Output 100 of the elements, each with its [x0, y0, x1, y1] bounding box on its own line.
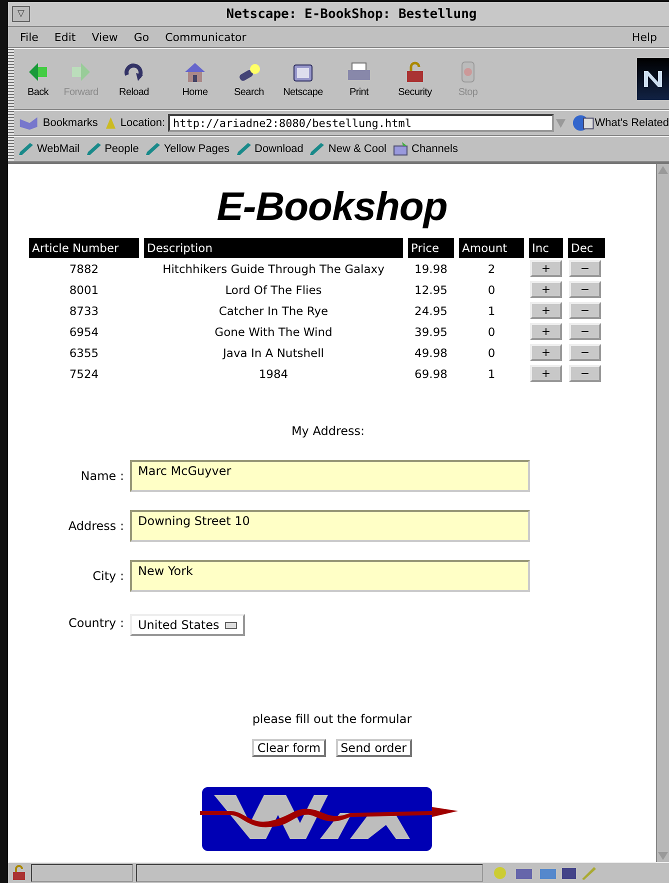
- table-cell-text: 6355: [68, 344, 100, 362]
- page-heading: E-Bookshop: [216, 184, 448, 230]
- decrement-button[interactable]: −: [569, 302, 601, 319]
- pencil-icon: [144, 142, 161, 156]
- increment-button[interactable]: +: [530, 260, 562, 277]
- toolbar-grip[interactable]: [8, 49, 14, 109]
- form-button[interactable]: Clear form: [252, 739, 326, 757]
- bookmarks-button[interactable]: Bookmarks: [42, 117, 98, 129]
- column-header: Article Number: [29, 238, 139, 258]
- menu-item[interactable]: View: [84, 30, 126, 44]
- table-cell-text: 24.95: [414, 302, 448, 320]
- form-note: please fill out the formular: [252, 712, 412, 726]
- field-label: Address :: [67, 519, 124, 533]
- channels-icon: [392, 142, 408, 156]
- table-cell-text: 6954: [68, 324, 100, 340]
- printer-icon: [346, 60, 372, 82]
- toolbar-grip[interactable]: [8, 137, 14, 161]
- decrement-button[interactable]: −: [569, 323, 601, 340]
- personal-toolbar-link[interactable]: Channels: [392, 142, 458, 156]
- globe-icon[interactable]: [572, 114, 595, 132]
- table-cell-text: 69.98: [414, 366, 448, 382]
- personal-toolbar-link[interactable]: People: [86, 142, 139, 156]
- link-label: Download: [254, 143, 304, 155]
- column-header: Price: [408, 238, 454, 258]
- table-cell-text: 0: [486, 282, 496, 298]
- pencil-icon: [18, 142, 34, 156]
- padlock-icon: [10, 865, 28, 881]
- link-label: People: [104, 143, 139, 155]
- toolbar-button[interactable]: Netscape: [272, 60, 334, 98]
- personal-toolbar-link[interactable]: WebMail: [18, 142, 80, 156]
- toolbar-button[interactable]: Reload: [104, 60, 164, 98]
- menu-item[interactable]: Communicator: [157, 30, 254, 44]
- column-header: Amount: [459, 238, 524, 258]
- table-cell-text: Lord Of The Flies: [224, 282, 323, 298]
- menu-item[interactable]: File: [12, 30, 46, 44]
- pencil-icon: [236, 142, 252, 156]
- url-field[interactable]: http://ariadne2:8080/bestellung.html: [168, 114, 554, 132]
- toolbar-grip[interactable]: [8, 111, 14, 135]
- window-menu-button[interactable]: ▽: [12, 6, 30, 22]
- decrement-button[interactable]: −: [569, 260, 601, 277]
- table-cell-text: 1: [486, 366, 496, 382]
- toolbar-button[interactable]: Home: [164, 60, 226, 98]
- input-field[interactable]: New York: [130, 560, 530, 592]
- table-cell-text: 1: [486, 302, 496, 320]
- input-field[interactable]: Downing Street 10: [130, 510, 530, 542]
- window-title: Netscape: E-BookShop: Bestellung: [225, 6, 478, 22]
- link-label: Channels: [412, 143, 458, 155]
- input-field[interactable]: Marc McGuyver: [130, 460, 530, 492]
- section-heading: My Address:: [291, 424, 365, 438]
- table-cell-text: 1984: [258, 366, 290, 382]
- pencil-icon: [86, 142, 102, 156]
- table-cell-text: 7882: [68, 260, 100, 278]
- increment-button[interactable]: +: [530, 281, 562, 298]
- field-label: Country :: [67, 616, 124, 630]
- table-cell-text: 8001: [68, 282, 100, 298]
- personal-toolbar-link[interactable]: New & Cool: [309, 142, 386, 156]
- column-header: Dec: [568, 238, 605, 258]
- table-cell-text: 12.95: [414, 282, 448, 298]
- location-icon: [104, 115, 118, 131]
- menu-item[interactable]: Edit: [46, 30, 84, 44]
- link-label: New & Cool: [328, 143, 386, 155]
- field-label: Name :: [80, 469, 124, 483]
- column-header: Inc: [529, 238, 563, 258]
- link-label: WebMail: [37, 143, 80, 155]
- location-label: Location:: [120, 117, 166, 129]
- menu-item[interactable]: Help: [624, 30, 665, 44]
- table-cell-text: 0: [486, 324, 496, 340]
- menu-item[interactable]: Go: [126, 30, 158, 44]
- toolbar-button[interactable]: Security: [384, 60, 446, 98]
- table-cell-text: 8733: [68, 302, 100, 320]
- table-cell-text: 39.95: [414, 324, 448, 340]
- whats-related-button[interactable]: What's Related: [594, 117, 669, 129]
- table-cell-text: 49.98: [414, 344, 448, 362]
- field-label: City :: [92, 569, 124, 583]
- table-cell-text: 0: [486, 344, 496, 362]
- personal-toolbar-link[interactable]: Download: [236, 142, 304, 156]
- table-cell-text: Gone With The Wind: [214, 324, 334, 340]
- increment-button[interactable]: +: [530, 365, 562, 382]
- table-cell-text: Hitchhikers Guide Through The Galaxy: [162, 260, 386, 278]
- pencil-icon: [309, 142, 326, 156]
- browser-logo-icon: [637, 58, 669, 100]
- increment-button[interactable]: +: [530, 323, 562, 340]
- toolbar-button[interactable]: Print: [334, 60, 384, 98]
- increment-button[interactable]: +: [530, 344, 562, 361]
- table-cell-text: Java In A Nutshell: [221, 344, 325, 362]
- table-cell-text: 19.98: [414, 260, 448, 278]
- form-button[interactable]: Send order: [336, 739, 412, 757]
- decrement-button[interactable]: −: [569, 365, 601, 382]
- table-cell-text: Catcher In The Rye: [218, 302, 330, 320]
- table-cell-text: 7524: [68, 366, 100, 382]
- table-cell-text: 2: [486, 260, 496, 278]
- toolbar-button[interactable]: Back: [18, 60, 58, 98]
- decrement-button[interactable]: −: [569, 281, 601, 298]
- toolbar-button[interactable]: Search: [226, 60, 272, 98]
- decrement-button[interactable]: −: [569, 344, 601, 361]
- country-select[interactable]: United States: [130, 614, 246, 636]
- increment-button[interactable]: +: [530, 302, 562, 319]
- column-header: Description: [144, 238, 403, 258]
- personal-toolbar-link[interactable]: Yellow Pages: [144, 142, 230, 156]
- link-label: Yellow Pages: [164, 143, 230, 155]
